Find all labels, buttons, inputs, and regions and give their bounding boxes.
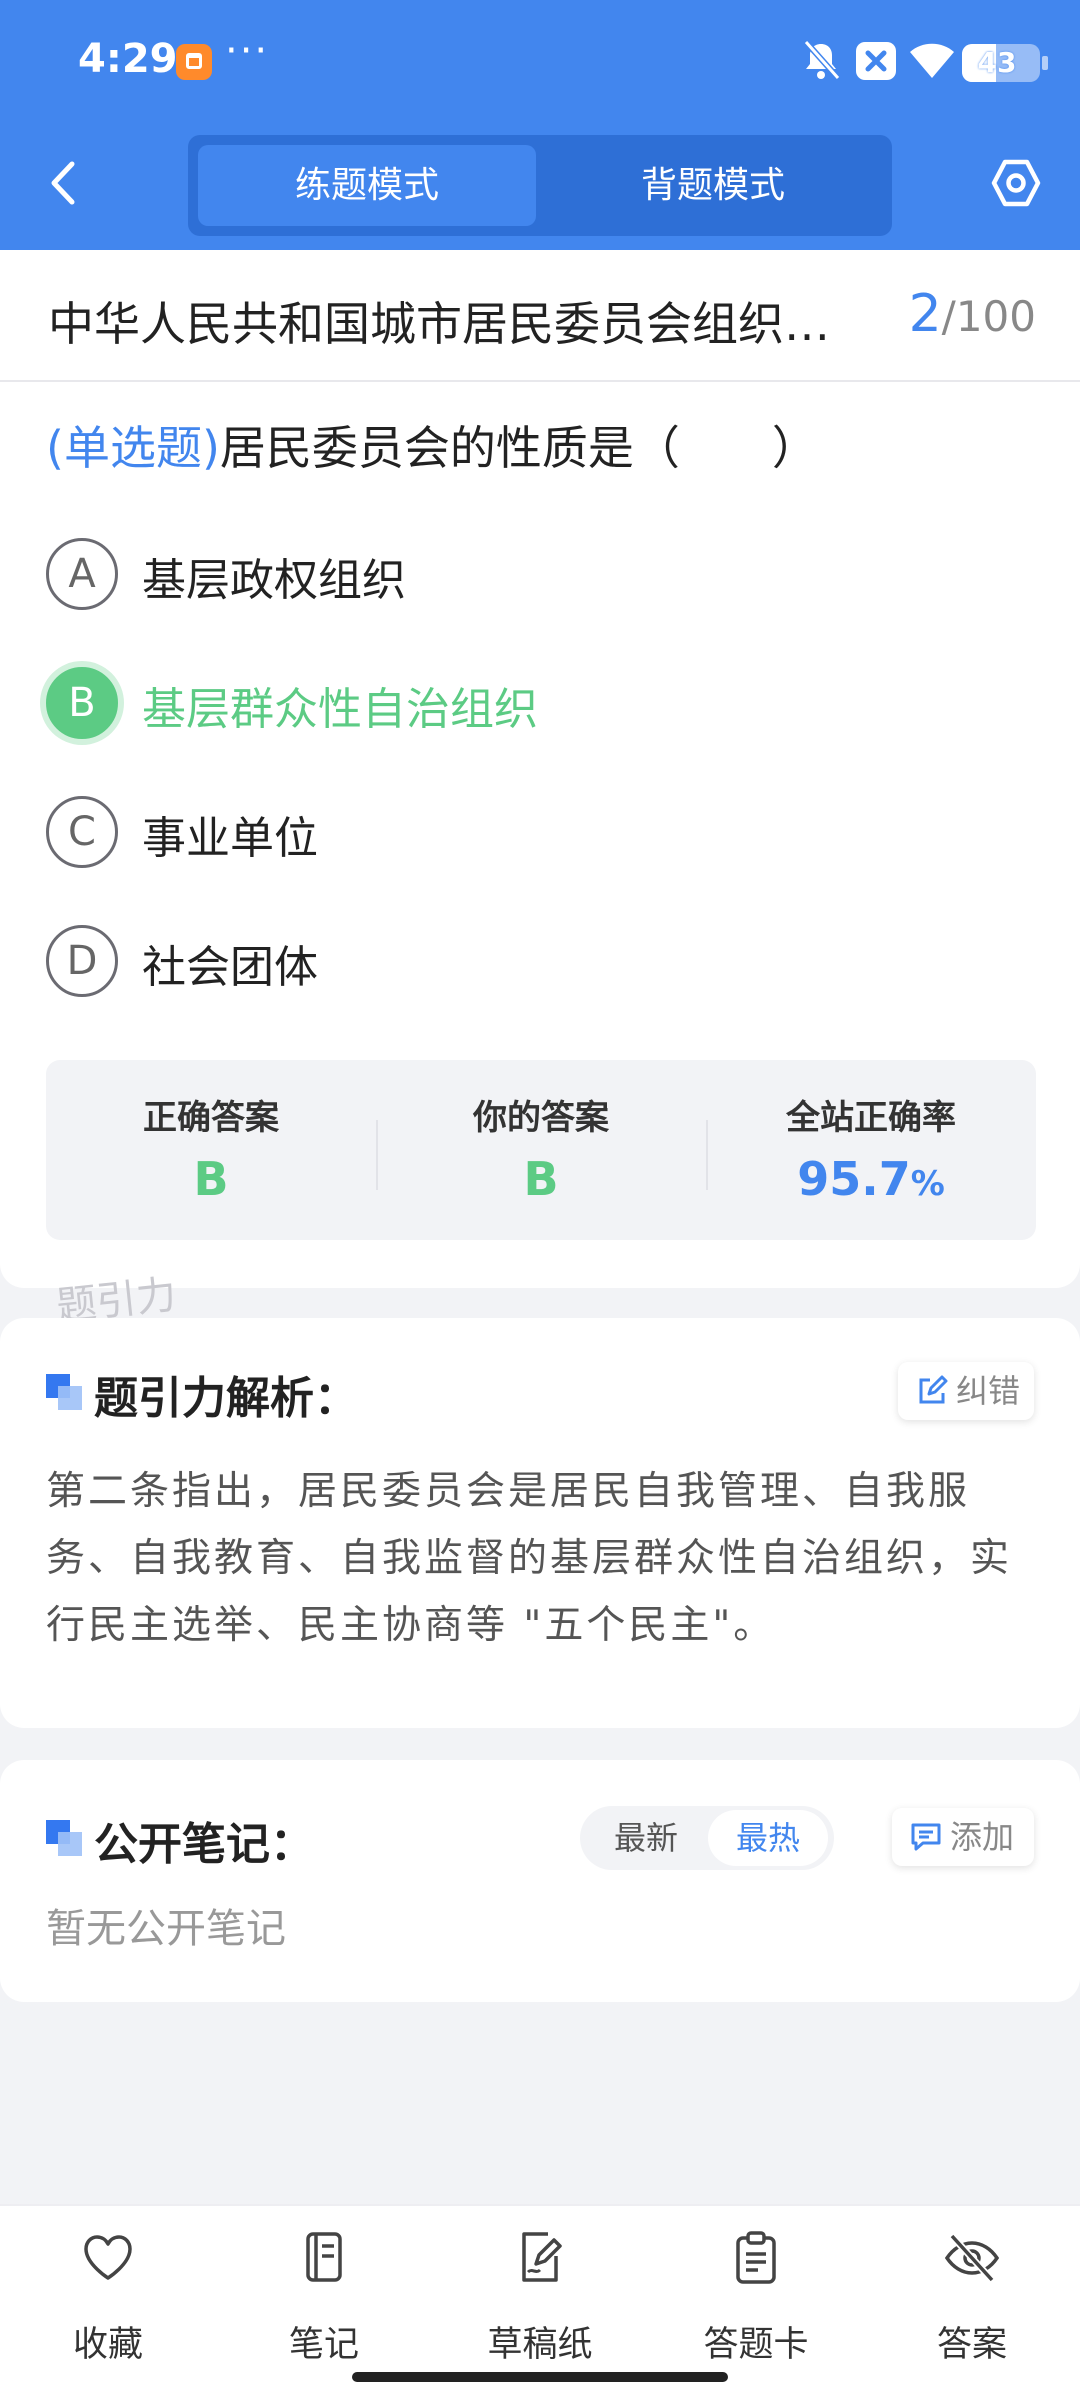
wifi-icon (910, 43, 954, 78)
status-bar: 4:29 ··· 43 (0, 0, 1080, 125)
add-note-button[interactable]: 添加 (892, 1808, 1034, 1866)
add-note-label: 添加 (950, 1818, 1015, 1856)
accuracy-unit: % (910, 1164, 945, 1204)
tab-notes[interactable]: 笔记 (244, 2230, 404, 2370)
tab-scratch-paper[interactable]: 草稿纸 (460, 2230, 620, 2370)
tab-practice-mode[interactable]: 练题模式 (198, 145, 536, 226)
home-indicator[interactable] (352, 2372, 728, 2382)
app-notification-icon (176, 44, 212, 80)
tab-label: 草稿纸 (487, 2325, 593, 2365)
tab-show-answer[interactable]: 答案 (892, 2230, 1052, 2370)
your-answer: 你的答案 B (376, 1060, 706, 1240)
section-square-icon (46, 1820, 84, 1858)
question-progress: 2/100 (909, 284, 1036, 344)
clipboard-icon (736, 2231, 776, 2284)
exam-title: 中华人民共和国城市居民委员会组织… (48, 297, 830, 351)
tab-memorize-mode[interactable]: 背题模式 (544, 145, 882, 226)
tab-label: 答题卡 (703, 2325, 809, 2365)
option-text: 社会团体 (142, 942, 318, 993)
notebook-icon (306, 2232, 342, 2282)
site-accuracy: 全站正确率 95.7% (706, 1060, 1036, 1240)
battery-tip (1042, 56, 1048, 70)
analysis-title: 题引力解析： (94, 1373, 358, 1424)
edit-icon (919, 1375, 948, 1404)
mode-switch: 练题模式 背题模式 (188, 135, 892, 236)
site-accuracy-value: 95.7% (706, 1152, 1036, 1206)
draft-icon (522, 2232, 562, 2282)
app-header: 4:29 ··· 43 练题模式 背题模式 (0, 0, 1080, 250)
heart-icon (84, 2235, 132, 2280)
current-question-number: 2 (908, 284, 942, 344)
section-square-icon (46, 1374, 84, 1412)
correct-answer-label: 正确答案 (143, 1098, 279, 1138)
exam-title-bar: 中华人民共和国城市居民委员会组织… 2/100 (0, 250, 1080, 382)
comment-icon (911, 1823, 941, 1851)
your-answer-value: B (523, 1152, 559, 1206)
total-questions: /100 (941, 292, 1036, 341)
option-text: 基层政权组织 (142, 555, 406, 606)
accuracy-number: 95.7 (797, 1152, 911, 1206)
tab-label: 收藏 (72, 2325, 143, 2365)
tab-answer-sheet[interactable]: 答题卡 (676, 2230, 836, 2370)
sort-hottest[interactable]: 最热 (708, 1810, 828, 1866)
tab-favorite[interactable]: 收藏 (28, 2230, 188, 2370)
eye-off-icon (944, 2233, 1000, 2283)
sort-newest[interactable]: 最新 (586, 1810, 706, 1866)
option-text: 事业单位 (142, 813, 318, 864)
option-letter: A (46, 538, 118, 610)
correct-answer-value: B (193, 1152, 229, 1206)
option-letter: D (46, 925, 118, 997)
question-type: (单选题) (46, 421, 220, 475)
question-stem: 居民委员会的性质是（ ） (219, 421, 818, 475)
notes-title: 公开笔记： (94, 1819, 314, 1870)
tab-label: 答案 (936, 2325, 1007, 2365)
your-answer-label: 你的答案 (473, 1098, 609, 1138)
notes-empty-state: 暂无公开笔记 (46, 1906, 286, 1952)
analysis-text: 第二条指出，居民委员会是居民自我管理、自我服务、自我教育、自我监督的基层群众性自… (46, 1469, 1013, 1648)
correct-answer: 正确答案 B (46, 1060, 376, 1240)
answer-summary: 正确答案 B 你的答案 B 全站正确率 95.7% (46, 1060, 1036, 1240)
option-letter: C (46, 796, 118, 868)
option-text: 基层群众性自治组织 (142, 684, 538, 735)
analysis-card: 题引力解析： 纠错 第二条指出，居民委员会是居民自我管理、自我服务、自我教育、自… (0, 1318, 1080, 1728)
overflow-indicator: ··· (225, 28, 270, 74)
status-time: 4:29 (78, 36, 178, 82)
sim-off-icon (856, 42, 896, 80)
public-notes-card: 公开笔记： 最新 最热 添加 暂无公开笔记 (0, 1760, 1080, 2002)
option-letter: B (46, 667, 118, 739)
report-error-button[interactable]: 纠错 (898, 1362, 1034, 1420)
status-icons: 43 (800, 38, 1048, 86)
settings-icon[interactable] (988, 155, 1044, 211)
notes-sort-toggle: 最新 最热 (580, 1806, 834, 1870)
question-card: (单选题)居民委员会的性质是（ ） A 基层政权组织 B 基层群众性自治组织 C… (0, 382, 1080, 1288)
battery-icon: 43 (962, 44, 1048, 82)
site-accuracy-label: 全站正确率 (786, 1098, 956, 1138)
back-arrow-icon[interactable] (40, 158, 90, 208)
tab-label: 笔记 (288, 2325, 359, 2365)
battery-level: 43 (977, 46, 1017, 79)
question-text: (单选题)居民委员会的性质是（ ） (46, 412, 818, 478)
report-error-label: 纠错 (956, 1372, 1021, 1410)
mute-icon (803, 40, 841, 80)
